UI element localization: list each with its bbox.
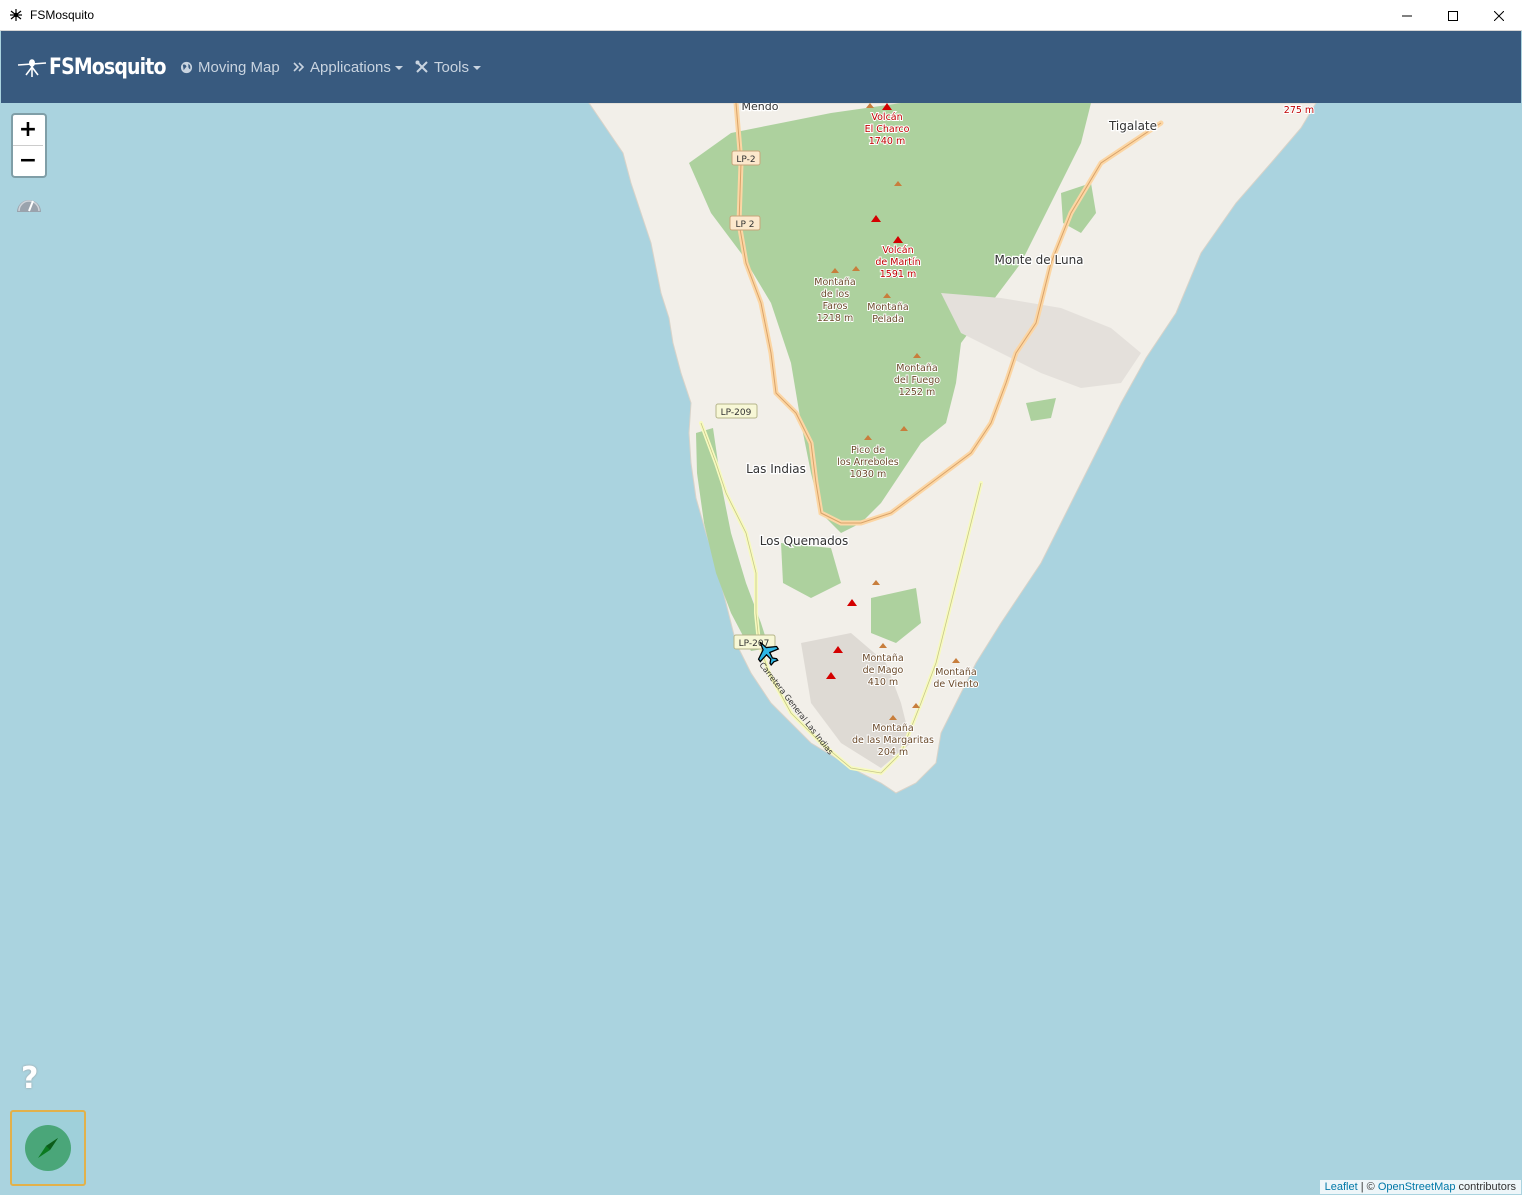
nav-applications-label: Applications <box>310 58 391 76</box>
follow-aircraft-toggle[interactable] <box>10 1110 86 1186</box>
zoom-control: + − <box>11 113 47 178</box>
svg-text:LP 2: LP 2 <box>735 220 754 230</box>
peak-label-fuego: del Fuego <box>894 375 940 386</box>
nav-tools-label: Tools <box>434 58 470 76</box>
chevron-down-icon <box>473 66 482 70</box>
elevation-label: 275 m <box>1284 105 1314 116</box>
svg-text:LP-2: LP-2 <box>736 155 755 165</box>
peak-label-arreboles: los Arreboles <box>837 457 899 468</box>
nav-moving-map[interactable]: Moving Map <box>180 57 280 77</box>
brand[interactable]: FSMosquito <box>17 53 185 81</box>
minimize-button[interactable] <box>1384 0 1430 31</box>
peak-label-arreboles: Pico de <box>851 445 885 456</box>
double-chevron-icon <box>293 62 305 72</box>
peak-elevation: 1252 m <box>899 387 935 398</box>
peak-elevation: 204 m <box>878 747 908 758</box>
peak-label-pelada: Pelada <box>872 314 904 325</box>
close-button[interactable] <box>1476 0 1522 31</box>
peak-elevation: 410 m <box>868 677 898 688</box>
peak-elevation: 1591 m <box>880 269 916 280</box>
road-shield-lp2-south: LP 2 <box>729 215 761 231</box>
window-title-bar: FSMosquito <box>0 0 1522 31</box>
maximize-button[interactable] <box>1430 0 1476 31</box>
road-shield-lp209: LP-209 <box>715 403 758 419</box>
compass-icon <box>25 1125 71 1171</box>
zoom-in-button[interactable]: + <box>13 115 43 145</box>
peak-label-mago: de Mago <box>863 665 904 676</box>
zoom-out-button[interactable]: − <box>13 145 43 176</box>
brand-name: FSMosquito <box>49 54 166 80</box>
attribution-separator: | © <box>1357 1181 1378 1193</box>
road-shield-lp2-north: LP-2 <box>731 150 761 166</box>
mosquito-logo-icon <box>17 59 47 77</box>
peak-label-martin: Volcán <box>882 245 913 256</box>
moving-map[interactable]: LP-2 LP 2 LP-209 LP-207 Mendo Tigalate M… <box>1 103 1521 1194</box>
place-label-tigalate: Tigalate <box>1108 119 1157 133</box>
peak-label-viento: de Viento <box>933 679 978 690</box>
peak-label-mago: Montaña <box>862 653 903 664</box>
leaflet-link[interactable]: Leaflet <box>1325 1181 1358 1193</box>
top-navbar: FSMosquito Moving Map Applications Tools <box>1 31 1521 103</box>
mosquito-app-icon <box>10 9 22 21</box>
minimize-icon <box>1402 15 1412 16</box>
peak-label-margaritas: de las Margaritas <box>852 735 934 746</box>
speedometer-icon[interactable] <box>15 192 43 216</box>
peak-label-martin: de Martín <box>875 257 920 268</box>
chevron-down-icon <box>394 66 403 70</box>
openstreetmap-link[interactable]: OpenStreetMap <box>1378 1181 1456 1193</box>
peak-label-el-charco: El Charco <box>865 124 910 135</box>
peak-label-fuego: Montaña <box>896 363 937 374</box>
place-label-las-indias: Las Indias <box>746 462 806 476</box>
tools-icon <box>415 60 428 73</box>
peak-label-faros: Faros <box>823 301 848 312</box>
nav-tools[interactable]: Tools <box>415 57 482 77</box>
peak-elevation: 1740 m <box>869 136 905 147</box>
help-button[interactable]: ? <box>21 1061 38 1096</box>
maximize-icon <box>1448 10 1458 21</box>
nav-applications[interactable]: Applications <box>293 57 403 77</box>
attribution-suffix: contributors <box>1455 1181 1516 1193</box>
globe-icon <box>180 61 193 73</box>
place-label-mendo: Mendo <box>742 103 779 113</box>
map-tiles[interactable]: LP-2 LP 2 LP-209 LP-207 Mendo Tigalate M… <box>1 103 1521 1194</box>
peak-label-margaritas: Montaña <box>872 723 913 734</box>
svg-text:LP-209: LP-209 <box>721 408 752 418</box>
peak-label-faros: de los <box>821 289 849 300</box>
peak-label-pelada: Montaña <box>867 302 908 313</box>
close-icon <box>1494 10 1504 21</box>
place-label-monte-de-luna: Monte de Luna <box>994 253 1083 267</box>
nav-moving-map-label: Moving Map <box>198 58 280 76</box>
place-label-los-quemados: Los Quemados <box>760 534 849 548</box>
map-attribution: Leaflet | © OpenStreetMap contributors <box>1319 1180 1521 1194</box>
peak-elevation: 1218 m <box>817 313 853 324</box>
peak-label-viento: Montaña <box>935 667 976 678</box>
peak-label-el-charco: Volcán <box>871 112 902 123</box>
peak-elevation: 1030 m <box>850 469 886 480</box>
window-title: FSMosquito <box>30 8 95 22</box>
peak-label-faros: Montaña <box>814 277 855 288</box>
